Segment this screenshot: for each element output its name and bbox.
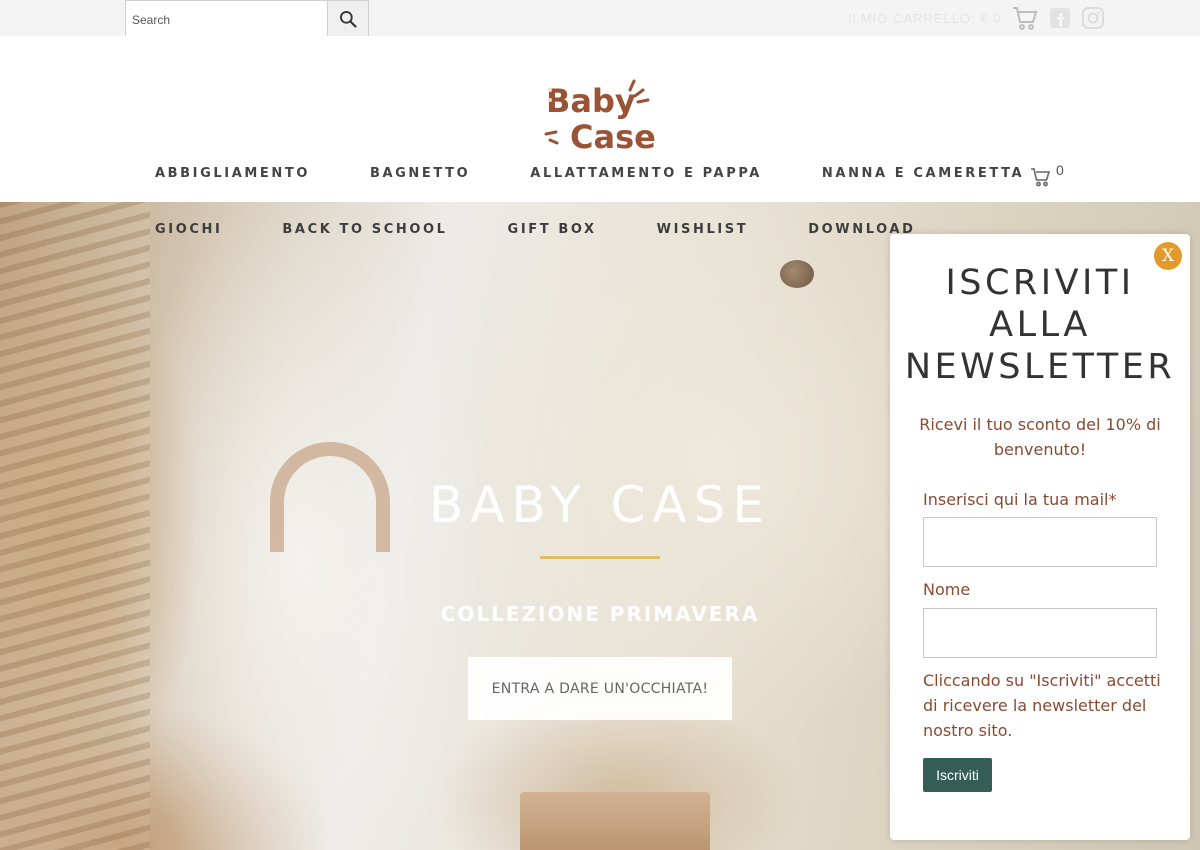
search-icon	[338, 9, 358, 32]
svg-text:Case: Case	[570, 118, 656, 152]
subscribe-button[interactable]: Iscriviti	[923, 758, 992, 792]
hero-divider	[540, 556, 660, 559]
facebook-icon[interactable]	[1049, 7, 1071, 29]
menu-item-gift-box[interactable]: GIFT BOX	[508, 222, 597, 237]
hero-cardigan-button	[780, 260, 814, 288]
popup-title-line: ALLA	[989, 305, 1091, 345]
name-label: Nome	[923, 580, 971, 599]
menu-item-abbigliamento[interactable]: ABBIGLIAMENTO	[155, 166, 310, 181]
popup-description: Ricevi il tuo sconto del 10% di benvenut…	[919, 415, 1161, 459]
header-cart[interactable]: 0	[1030, 162, 1064, 192]
search-input[interactable]	[126, 1, 327, 39]
hero-cta-button[interactable]: ENTRA A DARE UN'OCCHIATA!	[468, 657, 732, 720]
top-right-links: ILMIO CARRELLO: € 0	[848, 0, 1105, 36]
search-button[interactable]	[327, 1, 368, 39]
site-header: Baby Case ABBIGLIAMENTO BAGNETTO ALLATTA…	[0, 36, 1200, 202]
menu-item-allattamento-e-pappa[interactable]: ALLATTAMENTO E PAPPA	[530, 166, 762, 181]
cart-count: 0	[1056, 162, 1064, 178]
search-form	[125, 0, 369, 40]
instagram-icon[interactable]	[1081, 6, 1105, 30]
baby-case-logo[interactable]: Baby Case	[540, 78, 660, 156]
cart-icon[interactable]	[1011, 4, 1039, 32]
svg-text:Baby: Baby	[546, 82, 636, 120]
menu-item-wishlist[interactable]: WISHLIST	[657, 222, 749, 237]
popup-consent-note: Cliccando su "Iscriviti" accetti di rice…	[923, 671, 1161, 740]
hero-wooden-block	[520, 792, 710, 850]
email-field[interactable]	[923, 517, 1157, 567]
newsletter-popup: X ISCRIVITI ALLA NEWSLETTER Ricevi il tu…	[890, 234, 1190, 840]
top-cart-text[interactable]: ILMIO CARRELLO: € 0	[848, 11, 1001, 26]
popup-title-line: ISCRIVITI	[945, 263, 1135, 303]
popup-title-line: NEWSLETTER	[904, 347, 1176, 387]
top-bar: ILMIO CARRELLO: € 0	[0, 0, 1200, 40]
name-field[interactable]	[923, 608, 1157, 658]
main-menu-row-2: GIOCHI BACK TO SCHOOL GIFT BOX WISHLIST …	[155, 222, 915, 237]
cart-icon	[1030, 162, 1052, 192]
menu-item-nanna-e-cameretta[interactable]: NANNA E CAMERETTA	[822, 166, 1024, 181]
menu-item-back-to-school[interactable]: BACK TO SCHOOL	[282, 222, 447, 237]
menu-item-giochi[interactable]: GIOCHI	[155, 222, 222, 237]
menu-item-bagnetto[interactable]: BAGNETTO	[370, 166, 470, 181]
popup-title: ISCRIVITI ALLA NEWSLETTER	[890, 262, 1190, 388]
email-label: Inserisci qui la tua mail*	[923, 490, 1117, 509]
main-menu-row-1: ABBIGLIAMENTO BAGNETTO ALLATTAMENTO E PA…	[155, 166, 1024, 181]
